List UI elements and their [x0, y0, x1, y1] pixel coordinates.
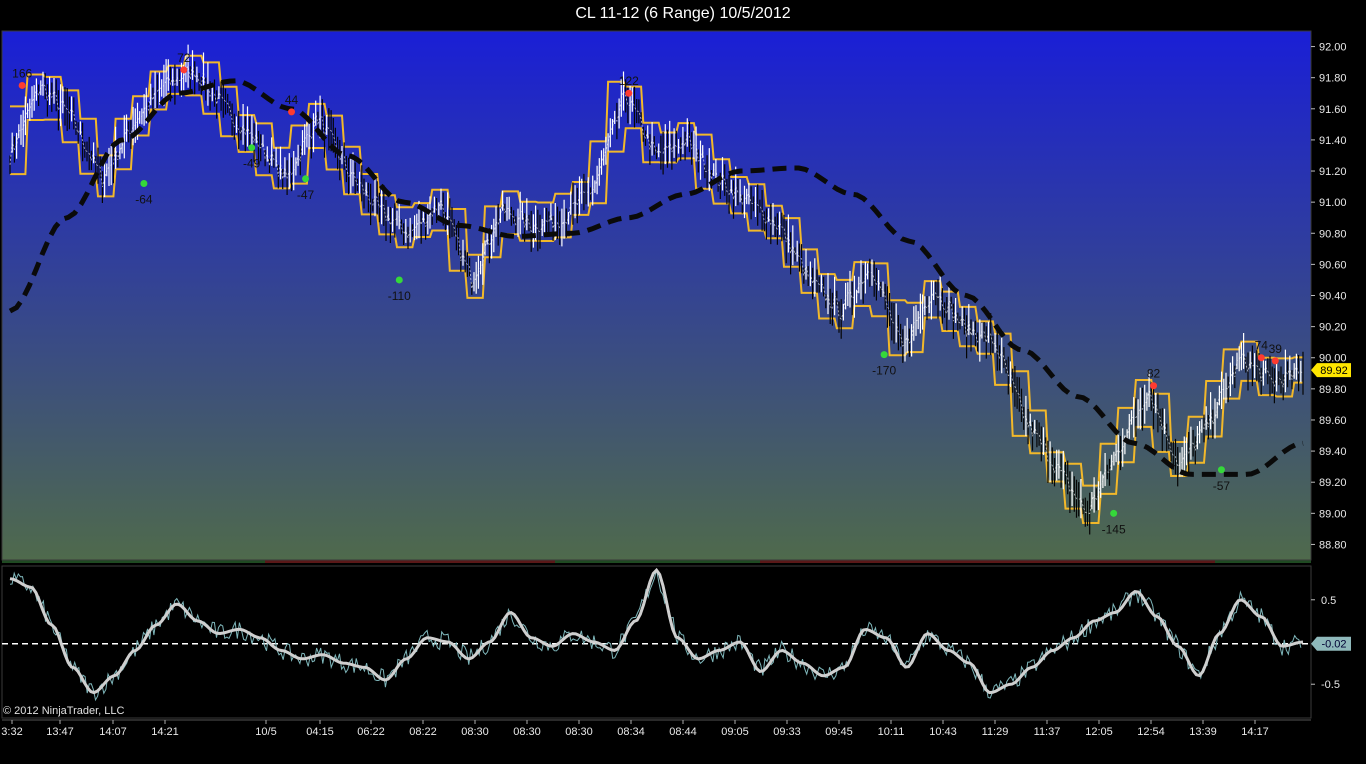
oscillator-value-label: -0.02 — [1321, 639, 1346, 651]
y-tick-label: 91.20 — [1319, 166, 1347, 178]
y-tick-label: 92.00 — [1319, 42, 1347, 54]
y-tick-label: 89.00 — [1319, 508, 1347, 520]
x-tick-label: 13:47 — [46, 726, 74, 738]
x-tick-label: 3:32 — [1, 726, 22, 738]
swing-low-dot — [140, 179, 148, 187]
chart-canvas[interactable]: 92.00 91.80 91.60 91.40 91.20 91.00 90.80 90.60… — [0, 0, 1366, 764]
swing-high-dot — [18, 81, 26, 89]
swing-high-dot — [1150, 382, 1158, 390]
swing-low-dot — [1217, 466, 1225, 474]
y-tick-label: 91.60 — [1319, 104, 1347, 116]
y-tick-label: 90.00 — [1319, 353, 1347, 365]
time-axis: 3:32 13:47 14:07 14:21 10/5 04:15 06:22 08:22 08… — [1, 719, 1311, 738]
x-tick-label: 12:54 — [1137, 726, 1165, 738]
y-tick-label: 91.80 — [1319, 73, 1347, 85]
swing-low-dot — [880, 351, 888, 359]
x-tick-label: 04:15 — [306, 726, 334, 738]
x-tick-label: 14:17 — [1241, 726, 1269, 738]
swing-label: 44 — [285, 93, 299, 107]
osc-tick-label: -0.5 — [1321, 679, 1340, 691]
price-background — [2, 31, 1311, 560]
y-tick-label: 90.40 — [1319, 291, 1347, 303]
x-tick-label: 06:22 — [357, 726, 385, 738]
swing-label: -145 — [1102, 522, 1126, 536]
x-tick-label: 08:30 — [565, 726, 593, 738]
swing-label: -49 — [243, 157, 261, 171]
x-tick-label: 08:30 — [513, 726, 541, 738]
y-tick-label: 90.60 — [1319, 259, 1347, 271]
copyright-notice: © 2012 NinjaTrader, LLC — [3, 705, 125, 717]
swing-low-dot — [248, 144, 256, 152]
x-tick-label: 11:37 — [1034, 726, 1061, 738]
last-price-label: 89.92 — [1320, 365, 1348, 377]
swing-label: 82 — [1147, 367, 1161, 381]
swing-label: -170 — [872, 364, 896, 378]
y-tick-label: 89.80 — [1319, 384, 1347, 396]
x-tick-label: 08:22 — [409, 726, 437, 738]
swing-label: -47 — [297, 188, 315, 202]
swing-label: -110 — [388, 289, 411, 303]
swing-low-dot — [302, 175, 310, 183]
swing-label: 72 — [177, 51, 191, 65]
x-tick-label: 14:07 — [99, 726, 127, 738]
swing-label: 39 — [1269, 342, 1283, 356]
x-tick-label: 13:39 — [1189, 726, 1217, 738]
swing-high-dot — [1271, 357, 1279, 365]
oscillator-frame — [1, 565, 1312, 719]
y-tick-label: 91.00 — [1319, 197, 1347, 209]
x-tick-label: 14:21 — [151, 726, 179, 738]
swing-label: 74 — [1255, 339, 1269, 353]
swing-high-dot — [180, 66, 188, 74]
x-tick-label: 08:34 — [617, 726, 645, 738]
x-tick-label: 12:05 — [1085, 726, 1113, 738]
price-panel[interactable]: 92.00 91.80 91.60 91.40 91.20 91.00 90.80 90.60… — [1, 30, 1351, 563]
swing-label: -64 — [135, 192, 153, 206]
swing-low-dot — [1110, 509, 1118, 517]
y-tick-label: 88.80 — [1319, 539, 1347, 551]
y-tick-label: 89.60 — [1319, 415, 1347, 427]
x-tick-label: 09:05 — [721, 726, 749, 738]
x-tick-label: 10/5 — [255, 726, 276, 738]
swing-low-dot — [395, 276, 403, 284]
swing-high-dot — [288, 108, 296, 116]
x-tick-label: 09:33 — [773, 726, 801, 738]
swing-label: 166 — [12, 66, 32, 80]
x-tick-label: 10:11 — [878, 726, 905, 738]
y-tick-label: 89.40 — [1319, 446, 1347, 458]
y-tick-label: 89.20 — [1319, 477, 1347, 489]
x-tick-label: 09:45 — [825, 726, 853, 738]
y-tick-label: 90.80 — [1319, 228, 1347, 240]
swing-high-dot — [625, 89, 633, 97]
x-tick-label: 10:43 — [929, 726, 957, 738]
y-tick-label: 90.20 — [1319, 322, 1347, 334]
swing-label: -57 — [1213, 479, 1231, 493]
x-tick-label: 11:29 — [982, 726, 1009, 738]
swing-label: 122 — [619, 74, 639, 88]
x-tick-label: 08:30 — [461, 726, 489, 738]
oscillator-panel[interactable]: 0.5 -0.5 -0.02 — [1, 565, 1351, 719]
x-tick-label: 08:44 — [669, 726, 697, 738]
y-tick-label: 91.40 — [1319, 135, 1347, 147]
osc-tick-label: 0.5 — [1321, 595, 1336, 607]
swing-high-dot — [1257, 354, 1265, 362]
